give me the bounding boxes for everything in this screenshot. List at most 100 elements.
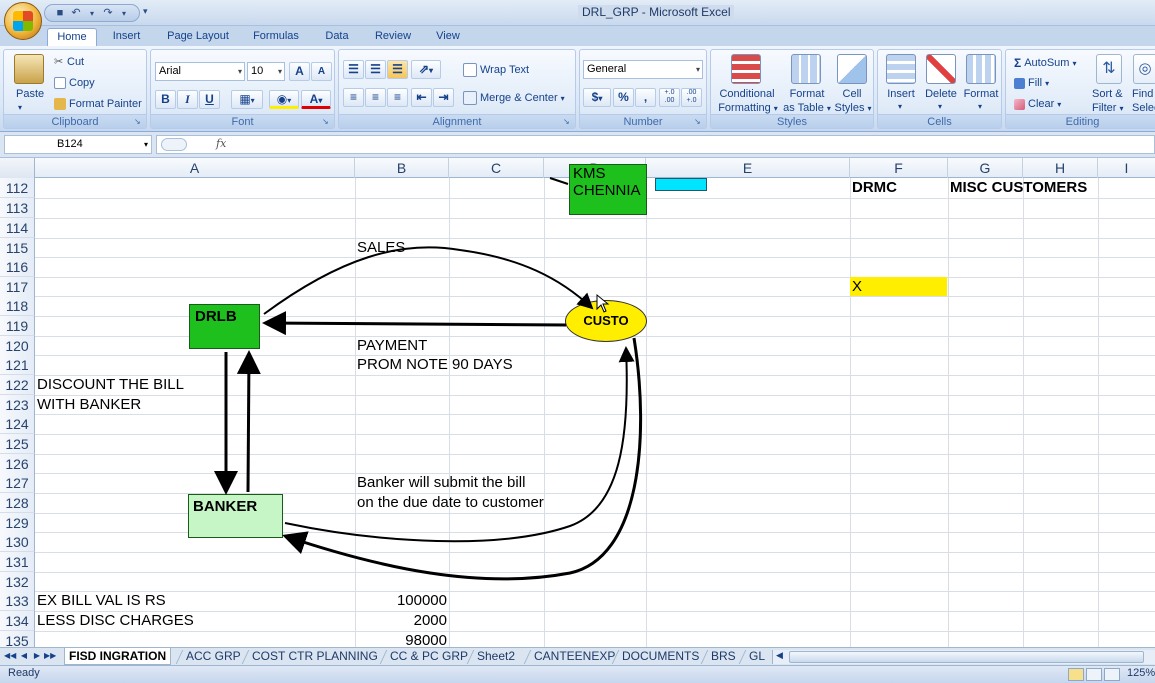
customize-qat-icon[interactable]: ▾ [143,6,148,17]
scrollbar-thumb[interactable] [789,651,1144,663]
alignment-launcher-icon[interactable]: ↘ [563,117,572,126]
name-box[interactable]: B124 ▾ [4,135,152,154]
formula-expand-icon[interactable] [161,138,187,151]
column-header-i[interactable]: I [1098,158,1155,178]
cell-a134[interactable]: LESS DISC CHARGES [37,611,194,631]
clipboard-launcher-icon[interactable]: ↘ [134,117,143,126]
last-sheet-icon[interactable]: ▶▶ [44,649,56,663]
row-header[interactable]: 134 [0,611,35,631]
cell-a133[interactable]: EX BILL VAL IS RS [37,591,166,611]
row-header[interactable]: 133 [0,591,35,611]
row-header[interactable]: 121 [0,355,35,375]
scroll-left-icon[interactable]: ◀ [776,650,783,661]
zoom-level[interactable]: 125% [1127,667,1155,679]
row-header[interactable]: 131 [0,552,35,572]
row-header[interactable]: 119 [0,316,35,336]
sheet-tab-fisd-ingration[interactable]: FISD INGRATION [64,648,172,665]
cell-g112[interactable]: MISC CUSTOMERS [950,178,1087,198]
normal-view-icon[interactable] [1068,668,1084,681]
align-left-button[interactable]: ≡ [343,88,364,107]
cell-b135[interactable]: 98000 [357,631,447,647]
row-header[interactable]: 125 [0,434,35,454]
kms-chennai-box[interactable]: KMS CHENNIA [569,164,647,215]
next-sheet-icon[interactable]: ▶ [31,649,43,663]
redo-dropdown-icon[interactable]: ▾ [117,7,131,20]
underline-button[interactable]: U [199,90,220,109]
row-header[interactable]: 117 [0,277,35,297]
format-as-table-button[interactable]: Format [789,88,825,100]
cyan-box[interactable] [655,178,707,191]
conditional-formatting-icon[interactable] [731,54,761,84]
sheet-tab-canteenexp[interactable]: CANTEENEXP [530,648,619,665]
select-all-corner[interactable] [0,158,35,178]
insert-function-icon[interactable]: fx [216,137,226,150]
cell-b128[interactable]: on the due date to customer [357,493,544,513]
format-as-table-icon[interactable] [791,54,821,84]
row-header[interactable]: 132 [0,572,35,592]
column-header-c[interactable]: C [449,158,544,178]
row-header[interactable]: 128 [0,493,35,513]
shrink-font-button[interactable]: A [311,62,332,81]
cell-styles-button[interactable]: Cell [837,88,867,100]
banker-box[interactable]: BANKER [188,494,283,538]
font-launcher-icon[interactable]: ↘ [322,117,331,126]
row-header[interactable]: 114 [0,218,35,238]
format-painter-button[interactable]: Format Painter [54,98,142,110]
cell-b127[interactable]: Banker will submit the bill [357,473,525,493]
bold-button[interactable]: B [155,90,176,109]
align-top-button[interactable]: ☰ [343,60,364,79]
row-header[interactable]: 127 [0,473,35,493]
column-header-b[interactable]: B [355,158,449,178]
align-center-button[interactable]: ≡ [365,88,386,107]
insert-cells-icon[interactable] [886,54,916,84]
tab-home[interactable]: Home [47,28,97,47]
select-label[interactable]: Select [1132,102,1155,114]
binoculars-icon[interactable]: ◎ [1133,54,1155,84]
row-header[interactable]: 135 [0,631,35,647]
page-break-view-icon[interactable] [1104,668,1120,681]
tab-review[interactable]: Review [367,28,419,47]
conditional-formatting-button[interactable]: Conditional [717,88,777,100]
row-header[interactable]: 123 [0,395,35,415]
cell-styles-icon[interactable] [837,54,867,84]
page-layout-view-icon[interactable] [1086,668,1102,681]
merge-center-button[interactable]: Merge & Center ▾ [463,91,565,105]
cell-styles-label-row[interactable]: Styles ▾ [833,102,873,114]
row-header[interactable]: 122 [0,375,35,395]
undo-dropdown-icon[interactable]: ▾ [85,7,99,20]
font-name-select[interactable]: Arial ▾ [155,62,245,81]
drlb-box[interactable]: DRLB [189,304,260,349]
row-header[interactable]: 129 [0,513,35,533]
cell-f117[interactable]: X [852,277,862,297]
cell-a123[interactable]: WITH BANKER [37,395,141,415]
sheet-tab-gl[interactable]: GL [745,648,769,665]
first-sheet-icon[interactable]: ◀◀ [4,649,16,663]
format-cells-button[interactable]: Format [962,88,1000,100]
format-dropdown-icon[interactable]: ▾ [978,102,982,111]
sort-filter-button[interactable]: Sort & [1092,88,1123,100]
horizontal-scrollbar[interactable]: ◀ [772,650,1155,664]
increase-decimal-button[interactable]: +.0 .00 [659,88,680,107]
sheet-tab-brs[interactable]: BRS [707,648,740,665]
row-header[interactable]: 115 [0,238,35,258]
wrap-text-button[interactable]: Wrap Text [463,63,529,77]
cell-f117-highlight[interactable] [850,277,947,296]
undo-icon[interactable]: ↶ [69,7,83,20]
office-button[interactable] [4,2,42,40]
find-select-button[interactable]: Find [1132,88,1153,100]
tab-insert[interactable]: Insert [103,28,150,47]
copy-button[interactable]: Copy [54,77,95,89]
row-header[interactable]: 116 [0,257,35,277]
clear-button[interactable]: Clear ▾ [1014,98,1061,110]
decrease-decimal-button[interactable]: .00 +.0 [681,88,702,107]
tab-view[interactable]: View [428,28,468,47]
column-header-h[interactable]: H [1023,158,1098,178]
prev-sheet-icon[interactable]: ◀ [18,649,30,663]
cell-f112[interactable]: DRMC [852,178,897,198]
increase-indent-button[interactable]: ⇥ [433,88,454,107]
font-color-button[interactable]: A▾ [301,90,331,109]
row-header[interactable]: 113 [0,198,35,218]
cell-b115[interactable]: SALES [357,238,405,258]
tab-formulas[interactable]: Formulas [246,28,306,47]
row-header[interactable]: 130 [0,532,35,552]
